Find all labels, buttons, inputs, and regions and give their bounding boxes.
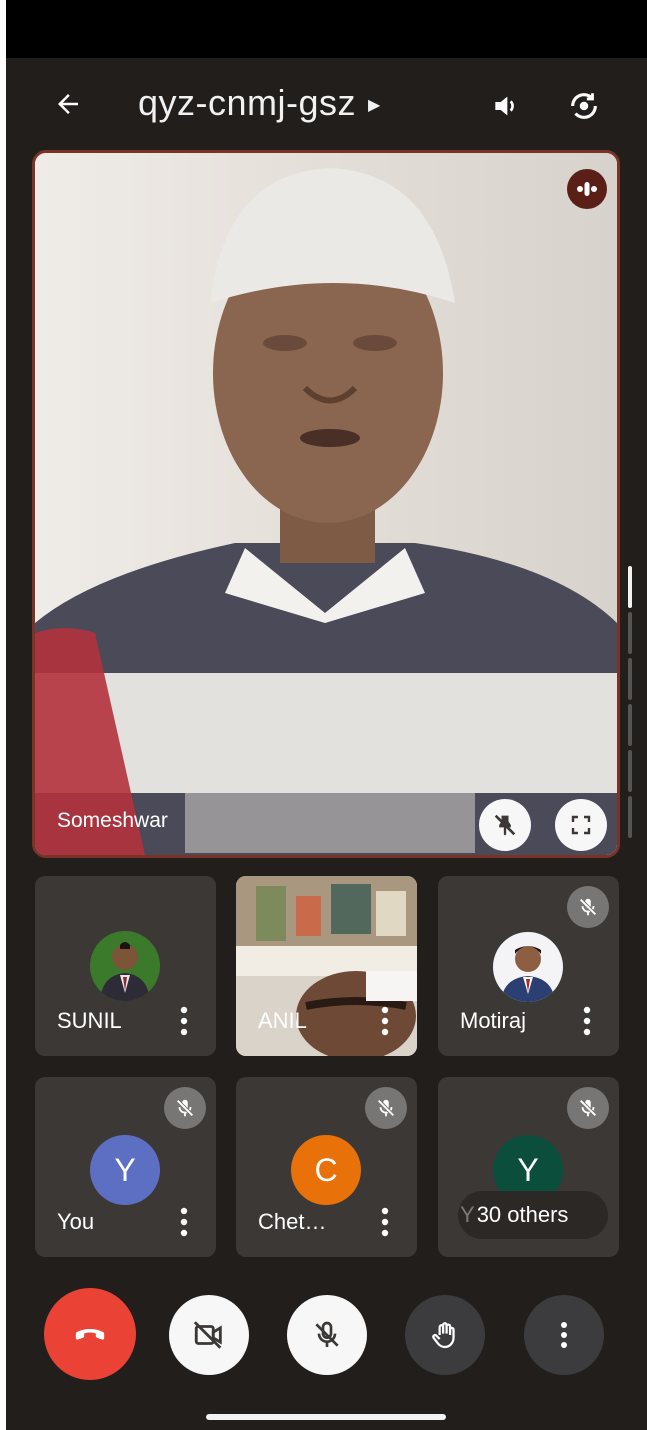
participant-tile[interactable]: Y Y 30 others [438,1077,619,1257]
more-vert-icon[interactable] [575,1004,599,1038]
participant-tile[interactable]: ANIL [236,876,417,1056]
participant-name: Chet… [258,1209,327,1234]
back-arrow-icon[interactable] [46,82,90,126]
camera-off-button[interactable] [169,1295,249,1375]
fullscreen-button[interactable] [555,799,607,851]
participant-tile[interactable]: Y You [35,1077,216,1257]
unpin-button[interactable] [479,799,531,851]
avatar: C [291,1135,361,1205]
main-video-tile[interactable]: Someshwar [32,150,620,858]
avatar-letter: Y [114,1151,136,1188]
page-indicator-active [628,566,632,608]
page-indicator-dot [628,750,632,792]
avatar-letter: C [314,1151,338,1188]
raise-hand-button[interactable] [405,1295,485,1375]
participant-name: SUNIL [57,1008,122,1033]
main-participant-name: Someshwar [57,809,168,832]
avatar [493,932,563,1002]
home-indicator[interactable] [206,1414,446,1420]
page-indicator-dot [628,658,632,700]
more-vert-icon[interactable] [172,1004,196,1038]
participant-tile[interactable]: SUNIL [35,876,216,1056]
others-count-pill[interactable]: Y 30 others [458,1191,608,1239]
mic-off-icon [567,1087,609,1129]
mic-off-icon [164,1087,206,1129]
end-call-button[interactable] [44,1288,136,1380]
meeting-code: qyz-cnmj-gsz [138,82,357,123]
participant-name: ANIL [258,1008,307,1033]
participant-name: You [57,1209,95,1234]
page-indicator-dot [628,704,632,746]
speaking-indicator-icon [567,169,607,209]
meeting-title[interactable]: qyz-cnmj-gsz ▶ [138,82,381,124]
speaker-icon[interactable] [484,84,528,128]
avatar [90,931,160,1001]
more-vert-icon[interactable] [373,1205,397,1239]
avatar-letter: Y [517,1151,539,1188]
status-bar [6,0,647,58]
participant-tile[interactable]: Motiraj [438,876,619,1056]
page-indicator-dot [628,612,632,654]
more-vert-icon[interactable] [172,1205,196,1239]
participant-name: Y [460,1202,475,1227]
page-indicator-dot [628,796,632,838]
participant-tile[interactable]: C Chet… [236,1077,417,1257]
main-video-feed [35,153,617,855]
avatar: Y [90,1135,160,1205]
participant-name: Motiraj [460,1008,527,1033]
caret-right-icon: ▶ [368,97,381,114]
more-vert-icon[interactable] [373,1004,397,1038]
mic-off-button[interactable] [287,1295,367,1375]
mic-off-icon [567,886,609,928]
others-count: 30 others [476,1202,569,1227]
meet-screen: qyz-cnmj-gsz ▶ Someshwar SUNIL ANIL Moti… [6,0,647,1430]
more-options-button[interactable] [524,1295,604,1375]
camera-switch-icon[interactable] [560,82,608,130]
mic-off-icon [365,1087,407,1129]
